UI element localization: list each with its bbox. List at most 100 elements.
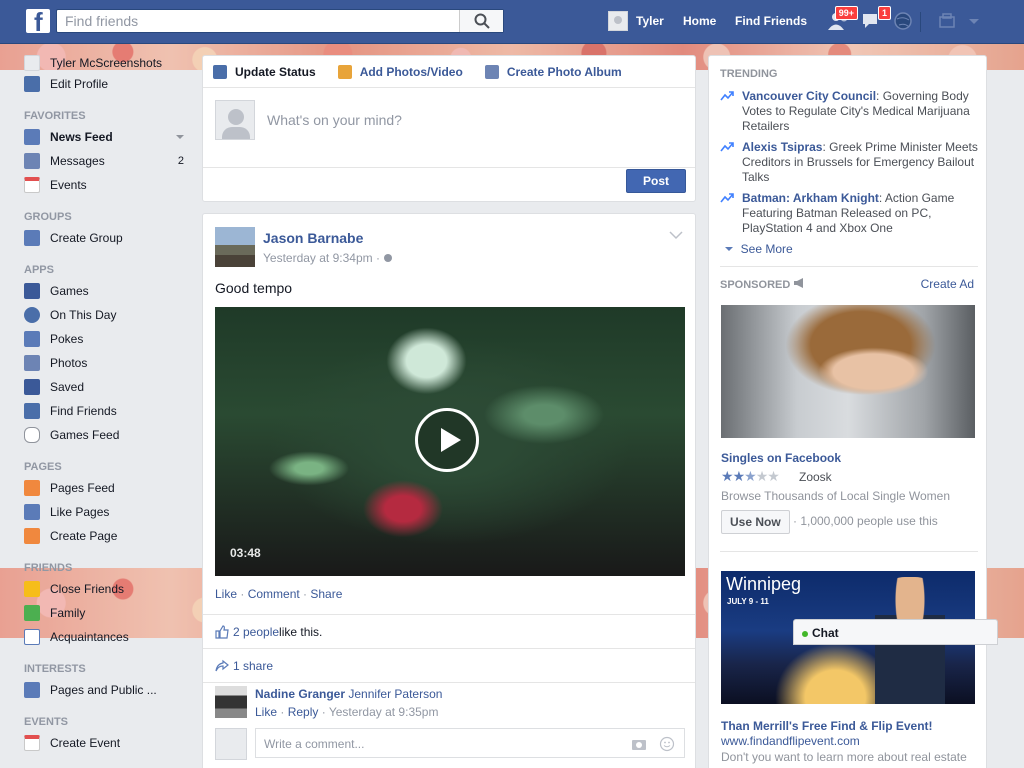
sidebar-item-games[interactable]: Games xyxy=(24,279,192,303)
post-button[interactable]: Post xyxy=(626,169,686,193)
chat-tab[interactable]: Chat xyxy=(793,619,998,645)
tab-add-photos-video[interactable]: Add Photos/Video xyxy=(337,64,463,79)
sidebar-item-saved[interactable]: Saved xyxy=(24,375,192,399)
sidebar-header-events[interactable]: EVENTS xyxy=(24,709,192,731)
video-player[interactable]: 03:48 xyxy=(215,307,685,576)
sidebar-item-messages[interactable]: Messages 2 xyxy=(24,149,192,173)
composer-body[interactable]: What's on your mind? xyxy=(203,88,695,168)
sidebar-item-on-this-day[interactable]: On This Day xyxy=(24,303,192,327)
sidebar-item-pages-and-public[interactable]: Pages and Public ... xyxy=(24,678,192,702)
sidebar-item-edit-profile[interactable]: Edit Profile xyxy=(24,72,192,96)
account-menu-chevron-down-icon[interactable] xyxy=(966,10,990,32)
sidebar-header-apps[interactable]: APPS xyxy=(24,257,192,279)
status-input[interactable]: What's on your mind? xyxy=(267,112,402,128)
chevron-down-icon[interactable] xyxy=(176,135,184,139)
search-icon xyxy=(474,13,490,29)
story-author[interactable]: Jason Barnabe xyxy=(263,230,363,246)
sidebar-header-favorites[interactable]: FAVORITES xyxy=(24,103,192,125)
sidebar-item-photos[interactable]: Photos xyxy=(24,351,192,375)
sidebar-item-like-pages[interactable]: Like Pages xyxy=(24,500,192,524)
sidebar-item-label: Pages Feed xyxy=(50,481,115,495)
search-button[interactable] xyxy=(459,10,503,32)
comment-tag[interactable]: Jennifer Paterson xyxy=(348,687,442,701)
ad-title[interactable]: Than Merrill's Free Find & Flip Event! xyxy=(721,719,933,733)
sidebar-item-label: News Feed xyxy=(50,130,113,144)
sidebar-item-label: Family xyxy=(50,606,86,620)
chevron-down-icon[interactable] xyxy=(669,230,683,240)
sidebar-item-create-event[interactable]: Create Event xyxy=(24,731,192,755)
list-icon xyxy=(24,629,40,645)
chat-label: Chat xyxy=(812,626,839,640)
ad-usage-meta: · 1,000,000 people use this xyxy=(793,514,938,528)
tab-update-status[interactable]: Update Status xyxy=(213,64,316,79)
sidebar-header-pages[interactable]: PAGES xyxy=(24,454,192,476)
sidebar-header-interests[interactable]: INTERESTS xyxy=(24,656,192,678)
shares-link[interactable]: 1 share xyxy=(233,659,273,673)
sidebar-item-news-feed[interactable]: News Feed xyxy=(24,125,192,149)
trending-item[interactable]: Vancouver City Council: Governing Body V… xyxy=(720,89,978,134)
emoji-icon[interactable] xyxy=(659,736,675,752)
sidebar-item-pokes[interactable]: Pokes xyxy=(24,327,192,351)
comment-like-link[interactable]: Like xyxy=(255,705,277,719)
ad-description: Browse Thousands of Local Single Women xyxy=(721,489,951,503)
sidebar-header-groups[interactable]: GROUPS xyxy=(24,204,192,226)
sidebar-item-family[interactable]: Family xyxy=(24,601,192,625)
sidebar-item-label: Games Feed xyxy=(50,428,120,442)
sidebar-item-label: Find Friends xyxy=(50,404,117,418)
messages-icon[interactable]: 1 xyxy=(861,6,891,32)
sidebar-item-label: Games xyxy=(50,284,89,298)
profile-link[interactable]: Tyler xyxy=(608,10,664,32)
sidebar-item-find-friends[interactable]: Find Friends xyxy=(24,399,192,423)
chevron-down-icon xyxy=(725,247,733,251)
avatar[interactable] xyxy=(215,686,247,718)
sidebar-item-events[interactable]: Events xyxy=(24,173,192,197)
facebook-logo-icon[interactable]: f xyxy=(26,7,50,37)
sidebar-item-acquaintances[interactable]: Acquaintances xyxy=(24,625,192,649)
trending-item[interactable]: Batman: Arkham Knight: Action Game Featu… xyxy=(720,191,978,236)
sidebar-item-create-group[interactable]: Create Group xyxy=(24,226,192,250)
star-friends-icon xyxy=(24,581,40,597)
friend-requests-icon[interactable]: 99+ xyxy=(828,6,858,32)
sidebar-item-create-page[interactable]: Create Page xyxy=(24,524,192,548)
feed-story: Jason Barnabe Yesterday at 9:34pm · Good… xyxy=(202,213,696,768)
sidebar-item-pages-feed[interactable]: Pages Feed xyxy=(24,476,192,500)
find-friends-link[interactable]: Find Friends xyxy=(735,14,807,28)
tab-create-photo-album[interactable]: Create Photo Album xyxy=(484,64,622,79)
play-icon[interactable] xyxy=(415,408,479,472)
ad-title[interactable]: Singles on Facebook xyxy=(721,451,841,465)
composer-tabs: Update Status Add Photos/Video Create Ph… xyxy=(203,56,695,88)
like-link[interactable]: Like xyxy=(215,587,237,601)
create-ad-link[interactable]: Create Ad xyxy=(921,277,974,291)
sidebar-item-label: Create Group xyxy=(50,231,123,245)
photos-icon xyxy=(24,355,40,371)
photo-icon xyxy=(337,64,352,79)
likes-link[interactable]: 2 people xyxy=(233,625,279,639)
right-column: TRENDING Vancouver City Council: Governi… xyxy=(708,55,987,768)
search-input[interactable] xyxy=(57,10,457,32)
camera-icon[interactable] xyxy=(631,737,647,751)
avatar[interactable] xyxy=(215,227,255,267)
comment-link[interactable]: Comment xyxy=(248,587,300,601)
sidebar-item-label: Saved xyxy=(50,380,85,394)
avatar xyxy=(215,728,247,760)
ad-url[interactable]: www.findandflipevent.com xyxy=(721,734,860,748)
comment-input[interactable]: Write a comment... xyxy=(255,728,685,758)
sidebar-item-label: Create Event xyxy=(50,736,121,750)
sidebar-item-profile[interactable]: Tyler McScreenshots xyxy=(24,54,192,72)
sidebar-item-label: Pokes xyxy=(50,332,84,346)
ad-image[interactable] xyxy=(721,305,975,438)
share-link[interactable]: Share xyxy=(310,587,342,601)
privacy-shortcuts-icon[interactable] xyxy=(938,10,962,32)
sidebar-item-close-friends[interactable]: Close Friends xyxy=(24,577,192,601)
comment-reply-link[interactable]: Reply xyxy=(288,705,319,719)
comment-time[interactable]: Yesterday at 9:35pm xyxy=(329,705,439,719)
trending-item[interactable]: Alexis Tsipras: Greek Prime Minister Mee… xyxy=(720,140,978,185)
sidebar-item-games-feed[interactable]: Games Feed xyxy=(24,423,192,447)
home-link[interactable]: Home xyxy=(683,14,716,28)
use-now-button[interactable]: Use Now xyxy=(721,510,790,534)
comment-author[interactable]: Nadine Granger xyxy=(255,687,345,701)
notifications-globe-icon[interactable] xyxy=(893,10,917,32)
sidebar-header-friends[interactable]: FRIENDS xyxy=(24,555,192,577)
story-timestamp[interactable]: Yesterday at 9:34pm · xyxy=(263,251,393,265)
see-more-link[interactable]: See More xyxy=(724,242,793,256)
